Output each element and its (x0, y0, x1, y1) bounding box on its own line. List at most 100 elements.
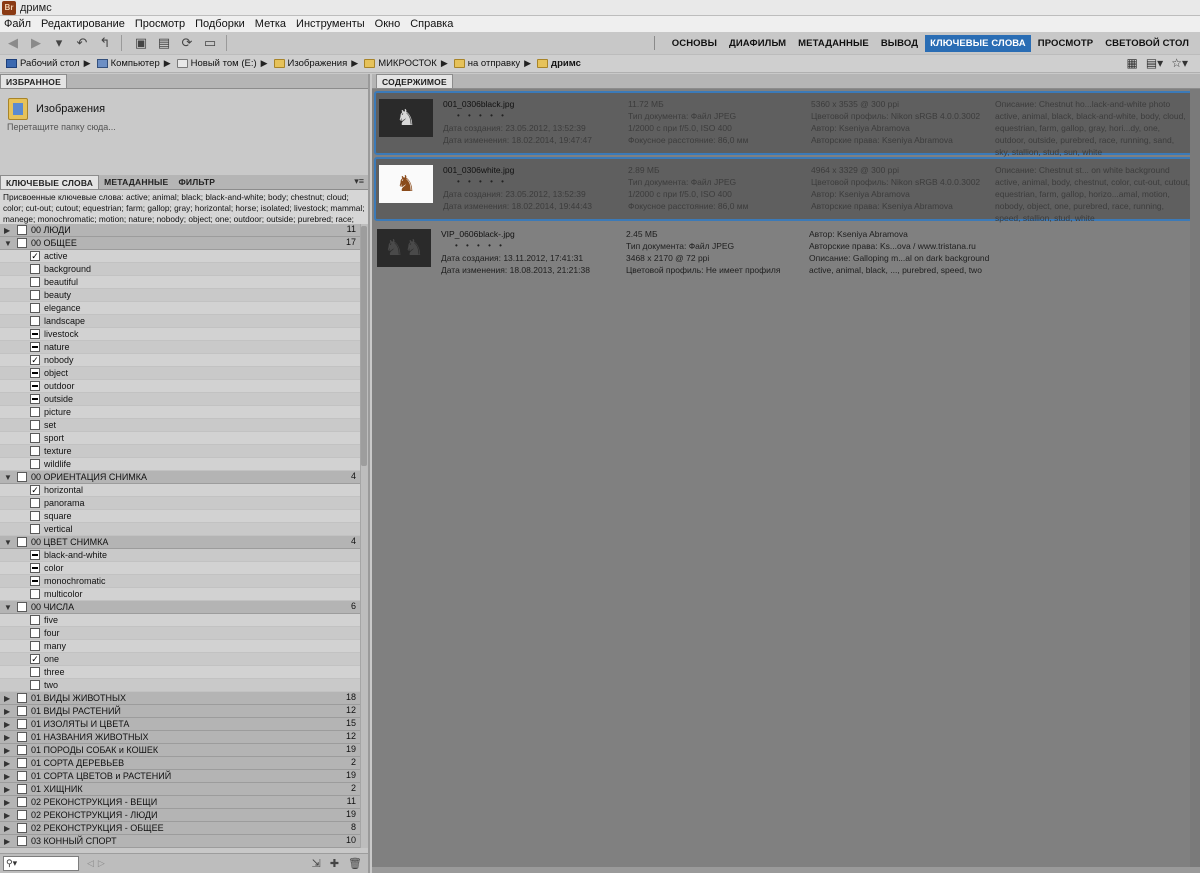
keyword-item-row[interactable]: multicolor (0, 588, 360, 601)
keyword-checkbox[interactable] (17, 719, 27, 729)
keyword-checkbox-partial[interactable] (30, 381, 40, 391)
keyword-item-row[interactable]: ✓ nobody (0, 354, 360, 367)
workspace-metadata[interactable]: МЕТАДАННЫЕ (793, 35, 874, 52)
workspace-keywords[interactable]: КЛЮЧЕВЫЕ СЛОВА (925, 34, 1031, 52)
crumb-images[interactable]: Изображения (273, 58, 347, 69)
keyword-checkbox-checked[interactable]: ✓ (30, 355, 40, 365)
keyword-checkbox[interactable] (30, 277, 40, 287)
rating-filter-icon[interactable]: ☆▾ (1171, 56, 1188, 70)
panel-menu-icon[interactable]: ▾≡ (354, 176, 364, 187)
crumb-arrow-icon[interactable]: ▶ (524, 58, 531, 69)
file-item[interactable]: ♞♞ VIP_0606black-.jpg • • • • • Дата соз… (374, 223, 1198, 287)
keyword-item-row[interactable]: color (0, 562, 360, 575)
keyword-item-row[interactable]: object (0, 367, 360, 380)
keyword-checkbox-partial[interactable] (30, 368, 40, 378)
crumb-drive[interactable]: Новый том (E:) (176, 58, 257, 69)
crumb-arrow-icon[interactable]: ▶ (164, 58, 171, 69)
keyword-checkbox[interactable] (17, 745, 27, 755)
forward-arrow-icon[interactable]: ▶ (26, 34, 46, 52)
expand-triangle-closed-icon[interactable]: ▶ (4, 733, 14, 742)
keyword-checkbox-partial[interactable] (30, 550, 40, 560)
expand-triangle-open-icon[interactable]: ▼ (4, 538, 14, 547)
keyword-group-row[interactable]: ▼ 00 ЧИСЛА 6 (0, 601, 360, 614)
expand-triangle-closed-icon[interactable]: ▶ (4, 707, 14, 716)
keyword-checkbox[interactable] (17, 537, 27, 547)
keyword-item-row[interactable]: wildlife (0, 458, 360, 471)
crumb-to-send[interactable]: на отправку (453, 58, 520, 69)
keyword-group-row[interactable]: ▶ 01 ВИДЫ ЖИВОТНЫХ 18 (0, 692, 360, 705)
keyword-group-row[interactable]: ▶ 01 ВИДЫ РАСТЕНИЙ 12 (0, 705, 360, 718)
crumb-arrow-icon[interactable]: ▶ (261, 58, 268, 69)
menu-file[interactable]: Файл (4, 18, 31, 30)
keyword-checkbox-partial[interactable] (30, 563, 40, 573)
keyword-checkbox[interactable] (30, 628, 40, 638)
recent-folder-icon[interactable]: ↶ (72, 34, 92, 52)
new-sub-keyword-icon[interactable]: ⇲ (312, 857, 321, 870)
keyword-item-row[interactable]: many (0, 640, 360, 653)
keyword-checkbox[interactable] (30, 303, 40, 313)
menu-tools[interactable]: Инструменты (296, 18, 365, 30)
keyword-item-row[interactable]: ✓ one (0, 653, 360, 666)
keyword-item-row[interactable]: ✓ horizontal (0, 484, 360, 497)
keyword-group-row[interactable]: ▼ 00 ЦВЕТ СНИМКА 4 (0, 536, 360, 549)
keyword-item-row[interactable]: beautiful (0, 276, 360, 289)
keyword-checkbox[interactable] (17, 771, 27, 781)
keyword-item-row[interactable]: nature (0, 341, 360, 354)
keyword-item-row[interactable]: five (0, 614, 360, 627)
tab-metadata[interactable]: МЕТАДАННЫЕ (99, 175, 173, 189)
rating-dots[interactable]: • • • • • (443, 176, 618, 188)
keyword-item-row[interactable]: elegance (0, 302, 360, 315)
expand-triangle-open-icon[interactable]: ▼ (4, 239, 14, 248)
keyword-checkbox[interactable] (17, 732, 27, 742)
keyword-checkbox-checked[interactable]: ✓ (30, 654, 40, 664)
keyword-item-row[interactable]: vertical (0, 523, 360, 536)
keyword-checkbox[interactable] (30, 290, 40, 300)
workspace-preview[interactable]: ПРОСМОТР (1033, 35, 1098, 52)
expand-triangle-closed-icon[interactable]: ▶ (4, 837, 14, 846)
keyword-group-row[interactable]: ▼ 00 ОБЩЕЕ 17 (0, 237, 360, 250)
keyword-item-row[interactable]: livestock (0, 328, 360, 341)
keyword-checkbox-checked[interactable]: ✓ (30, 485, 40, 495)
keyword-checkbox[interactable] (17, 784, 27, 794)
menu-view[interactable]: Просмотр (135, 18, 185, 30)
keyword-checkbox[interactable] (30, 641, 40, 651)
crumb-microstock[interactable]: МИКРОСТОК (364, 58, 437, 69)
keyword-item-row[interactable]: black-and-white (0, 549, 360, 562)
rating-dots[interactable]: • • • • • (443, 110, 618, 122)
keyword-item-row[interactable]: three (0, 666, 360, 679)
menu-label[interactable]: Метка (255, 18, 286, 30)
keyword-checkbox[interactable] (30, 615, 40, 625)
keyword-group-row[interactable]: ▶ 01 СОРТА ДЕРЕВЬЕВ 2 (0, 757, 360, 770)
keyword-checkbox[interactable] (30, 407, 40, 417)
return-to-photoshop-icon[interactable]: ↰ (95, 34, 115, 52)
keyword-group-row[interactable]: ▶ 01 ХИЩНИК 2 (0, 783, 360, 796)
keyword-checkbox[interactable] (17, 758, 27, 768)
keyword-checkbox[interactable] (30, 667, 40, 677)
rotate-icon[interactable]: ⟳ (177, 34, 197, 52)
keyword-item-row[interactable]: outdoor (0, 380, 360, 393)
keyword-checkbox[interactable] (17, 823, 27, 833)
delete-keyword-icon[interactable]: 🗑 (348, 857, 362, 870)
keyword-item-row[interactable]: panorama (0, 497, 360, 510)
keyword-group-row[interactable]: ▶ 02 РЕКОНСТРУКЦИЯ - ОБЩЕЕ 8 (0, 822, 360, 835)
keyword-checkbox[interactable] (30, 264, 40, 274)
keyword-group-row[interactable]: ▶ 02 РЕКОНСТРУКЦИЯ - ВЕЩИ 11 (0, 796, 360, 809)
keyword-item-row[interactable]: monochromatic (0, 575, 360, 588)
keyword-checkbox[interactable] (30, 459, 40, 469)
keyword-item-row[interactable]: two (0, 679, 360, 692)
keyword-checkbox[interactable] (30, 446, 40, 456)
crumb-dreams[interactable]: дримс (537, 58, 581, 69)
expand-triangle-open-icon[interactable]: ▼ (4, 473, 14, 482)
workspace-essentials[interactable]: ОСНОВЫ (667, 35, 722, 52)
keyword-item-row[interactable]: background (0, 263, 360, 276)
open-in-icon[interactable]: ▭ (200, 34, 220, 52)
keyword-checkbox[interactable] (30, 524, 40, 534)
tab-filter[interactable]: ФИЛЬТР (173, 175, 220, 189)
keyword-checkbox[interactable] (17, 836, 27, 846)
tab-favorites[interactable]: ИЗБРАННОЕ (0, 74, 67, 88)
keyword-checkbox[interactable] (17, 797, 27, 807)
history-dropdown-icon[interactable]: ▾ (49, 34, 69, 52)
keyword-item-row[interactable]: four (0, 627, 360, 640)
keyword-group-row[interactable]: ▶ 01 НАЗВАНИЯ ЖИВОТНЫХ 12 (0, 731, 360, 744)
keyword-item-row[interactable]: set (0, 419, 360, 432)
